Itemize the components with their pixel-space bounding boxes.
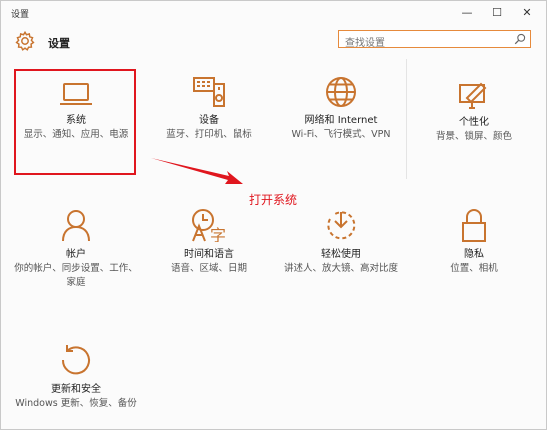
tile-ease-of-access[interactable]: 轻松使用 讲述人、放大镜、高对比度 (276, 208, 406, 276)
globe-icon (326, 77, 356, 107)
tile-personalization-name: 个性化 (459, 117, 489, 128)
ease-of-access-icon (327, 211, 356, 240)
tile-update-security-name: 更新和安全 (51, 384, 101, 395)
tile-ease-of-access-desc: 讲述人、放大镜、高对比度 (283, 263, 398, 274)
tile-network[interactable]: 网络和 Internet Wi-Fi、飞行模式、VPN (276, 76, 406, 142)
update-icon (61, 345, 90, 375)
system-highlight-box (14, 69, 136, 175)
tile-accounts-name: 帐户 (66, 249, 86, 260)
tile-update-security-desc: Windows 更新、恢复、备份 (15, 398, 137, 409)
title-bar[interactable]: 设置 — ☐ ✕ (1, 1, 546, 25)
tile-network-desc: Wi-Fi、飞行模式、VPN (291, 129, 391, 140)
search-box[interactable] (338, 30, 531, 52)
tile-time-language-desc: 语音、区域、日期 (170, 263, 247, 274)
tile-devices-desc: 蓝牙、打印机、鼠标 (166, 129, 252, 140)
window-title: 设置 (11, 10, 30, 20)
tile-network-name: 网络和 Internet (304, 115, 378, 126)
tile-privacy-name: 隐私 (464, 249, 484, 260)
annotation-text: 打开系统 (249, 193, 298, 207)
gear-icon (15, 30, 35, 51)
svg-text:字: 字 (210, 226, 226, 242)
tile-devices-name: 设备 (199, 115, 219, 126)
tile-time-language-name: 时间和语言 (184, 249, 234, 260)
maximize-button[interactable]: ☐ (482, 1, 512, 25)
settings-header: 设置 (1, 27, 546, 59)
settings-window: 设置 — ☐ ✕ 设置 系统 显示、通知、应 (0, 0, 547, 430)
tile-update-security[interactable]: 更新和安全 Windows 更新、恢复、备份 (11, 343, 141, 411)
tile-devices[interactable]: 设备 蓝牙、打印机、鼠标 (144, 76, 274, 142)
tile-ease-of-access-name: 轻松使用 (321, 249, 361, 260)
search-input[interactable] (339, 35, 505, 52)
column-divider (406, 59, 407, 179)
lock-icon (462, 209, 486, 242)
minimize-button[interactable]: — (452, 1, 482, 25)
tile-accounts-desc: 你的帐户、同步设置、工作、家庭 (14, 263, 138, 288)
page-title: 设置 (48, 37, 70, 50)
paint-icon (459, 82, 487, 109)
annotation-arrow (151, 158, 243, 184)
tile-privacy[interactable]: 隐私 位置、相机 (409, 208, 539, 276)
time-language-icon: 字 (192, 209, 226, 242)
person-icon (62, 210, 90, 242)
tile-privacy-desc: 位置、相机 (450, 263, 498, 274)
devices-icon (193, 77, 225, 107)
close-button[interactable]: ✕ (512, 1, 542, 25)
tile-personalization-desc: 背景、锁屏、颜色 (435, 131, 512, 142)
tile-personalization[interactable]: 个性化 背景、锁屏、颜色 (409, 80, 539, 144)
tile-accounts[interactable]: 帐户 你的帐户、同步设置、工作、家庭 (11, 208, 141, 290)
search-icon[interactable] (514, 33, 526, 45)
tile-time-language[interactable]: 字 时间和语言 语音、区域、日期 (144, 208, 274, 276)
